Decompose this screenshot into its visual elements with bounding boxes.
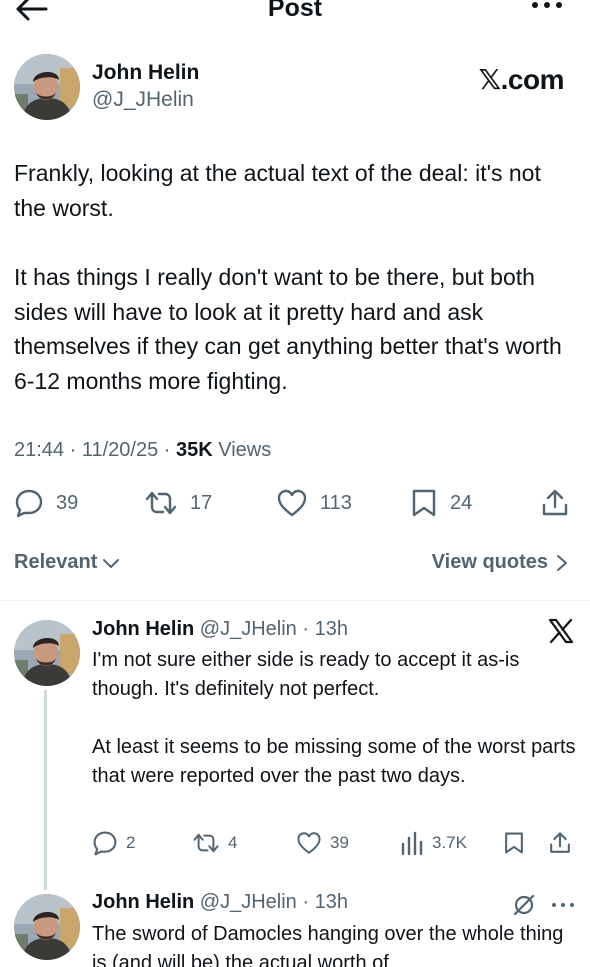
- avatar-image: [14, 620, 80, 686]
- author-name[interactable]: John Helin: [92, 61, 199, 85]
- sort-label: Relevant: [14, 551, 98, 573]
- divider: [0, 600, 590, 601]
- repost-button[interactable]: 17: [144, 488, 212, 518]
- post-text-paragraph: Frankly, looking at the actual text of t…: [14, 160, 541, 221]
- bar-chart-icon: [401, 831, 423, 856]
- post-text-paragraph: It has things I really don't want to be …: [14, 264, 562, 394]
- share-icon: [542, 489, 568, 516]
- reply-count: 39: [56, 491, 79, 514]
- reply-icon: [93, 831, 117, 856]
- share-icon: [550, 832, 570, 853]
- chevron-right-icon: [557, 554, 567, 571]
- reply-icon: [15, 489, 43, 518]
- more-horizontal-icon[interactable]: [551, 900, 575, 910]
- reply-text-paragraph: At least it seems to be missing some of …: [92, 736, 576, 787]
- heart-icon: [277, 489, 307, 517]
- repost-icon: [145, 491, 177, 515]
- reply-button[interactable]: 39: [14, 488, 78, 518]
- more-horizontal-icon: [532, 2, 562, 8]
- reply-header: John Helin @J_JHelin · 13h: [92, 891, 348, 914]
- grok-icon[interactable]: [512, 893, 536, 917]
- author-handle[interactable]: @J_JHelin · 13h: [200, 618, 348, 640]
- repost-icon: [193, 833, 219, 853]
- bookmark-icon: [412, 489, 436, 517]
- views-count: 3.7K: [432, 833, 467, 852]
- reply-text-paragraph: The sword of Damocles hanging over the w…: [92, 923, 564, 967]
- author-handle[interactable]: @J_JHelin · 13h: [200, 891, 348, 913]
- page-title: Post: [267, 0, 323, 22]
- reply-header: John Helin @J_JHelin · 13h: [92, 618, 348, 641]
- reply-button[interactable]: 2: [92, 830, 135, 856]
- source-badge: 𝕏.com: [478, 64, 565, 95]
- views-button[interactable]: 3.7K: [400, 830, 467, 856]
- avatar[interactable]: [14, 894, 80, 960]
- bookmark-button[interactable]: 24: [410, 488, 472, 518]
- author-handle[interactable]: @J_JHelin: [92, 88, 194, 112]
- thread-connector: [44, 690, 47, 890]
- author-name[interactable]: John Helin: [92, 618, 194, 640]
- x-logo-icon: [548, 618, 574, 644]
- views-count: 35K: [175, 439, 213, 461]
- sort-dropdown[interactable]: Relevant: [14, 551, 121, 574]
- like-button[interactable]: 113: [276, 488, 352, 518]
- repost-count: 4: [228, 833, 238, 852]
- like-button[interactable]: 39: [296, 830, 349, 856]
- view-quotes-label: View quotes: [431, 551, 548, 573]
- views-label: Views: [212, 439, 272, 461]
- view-quotes-link[interactable]: View quotes: [432, 551, 570, 574]
- bookmark-icon: [505, 832, 523, 854]
- share-button[interactable]: [548, 830, 572, 856]
- post-meta: 21:44 · 11/20/25 · 35K Views: [14, 439, 271, 462]
- chevron-down-icon: [103, 558, 120, 568]
- reply-count: 2: [126, 833, 136, 852]
- reply-text-paragraph: I'm not sure either side is ready to acc…: [92, 649, 520, 700]
- like-count: 39: [330, 833, 349, 852]
- repost-button[interactable]: 4: [192, 830, 237, 856]
- avatar[interactable]: [14, 620, 80, 686]
- author-name[interactable]: John Helin: [92, 891, 194, 913]
- more-options-button[interactable]: [530, 0, 564, 16]
- repost-count: 17: [190, 491, 213, 514]
- avatar[interactable]: [14, 54, 80, 120]
- post-timestamp[interactable]: 21:44 · 11/20/25 ·: [14, 439, 176, 461]
- like-count: 113: [320, 491, 352, 514]
- top-bar: Post: [0, 0, 590, 28]
- avatar-image: [14, 54, 80, 120]
- share-button[interactable]: [540, 488, 570, 518]
- heart-icon: [297, 832, 321, 854]
- avatar-image: [14, 894, 80, 960]
- bookmark-button[interactable]: [503, 830, 525, 856]
- bookmark-count: 24: [450, 491, 473, 514]
